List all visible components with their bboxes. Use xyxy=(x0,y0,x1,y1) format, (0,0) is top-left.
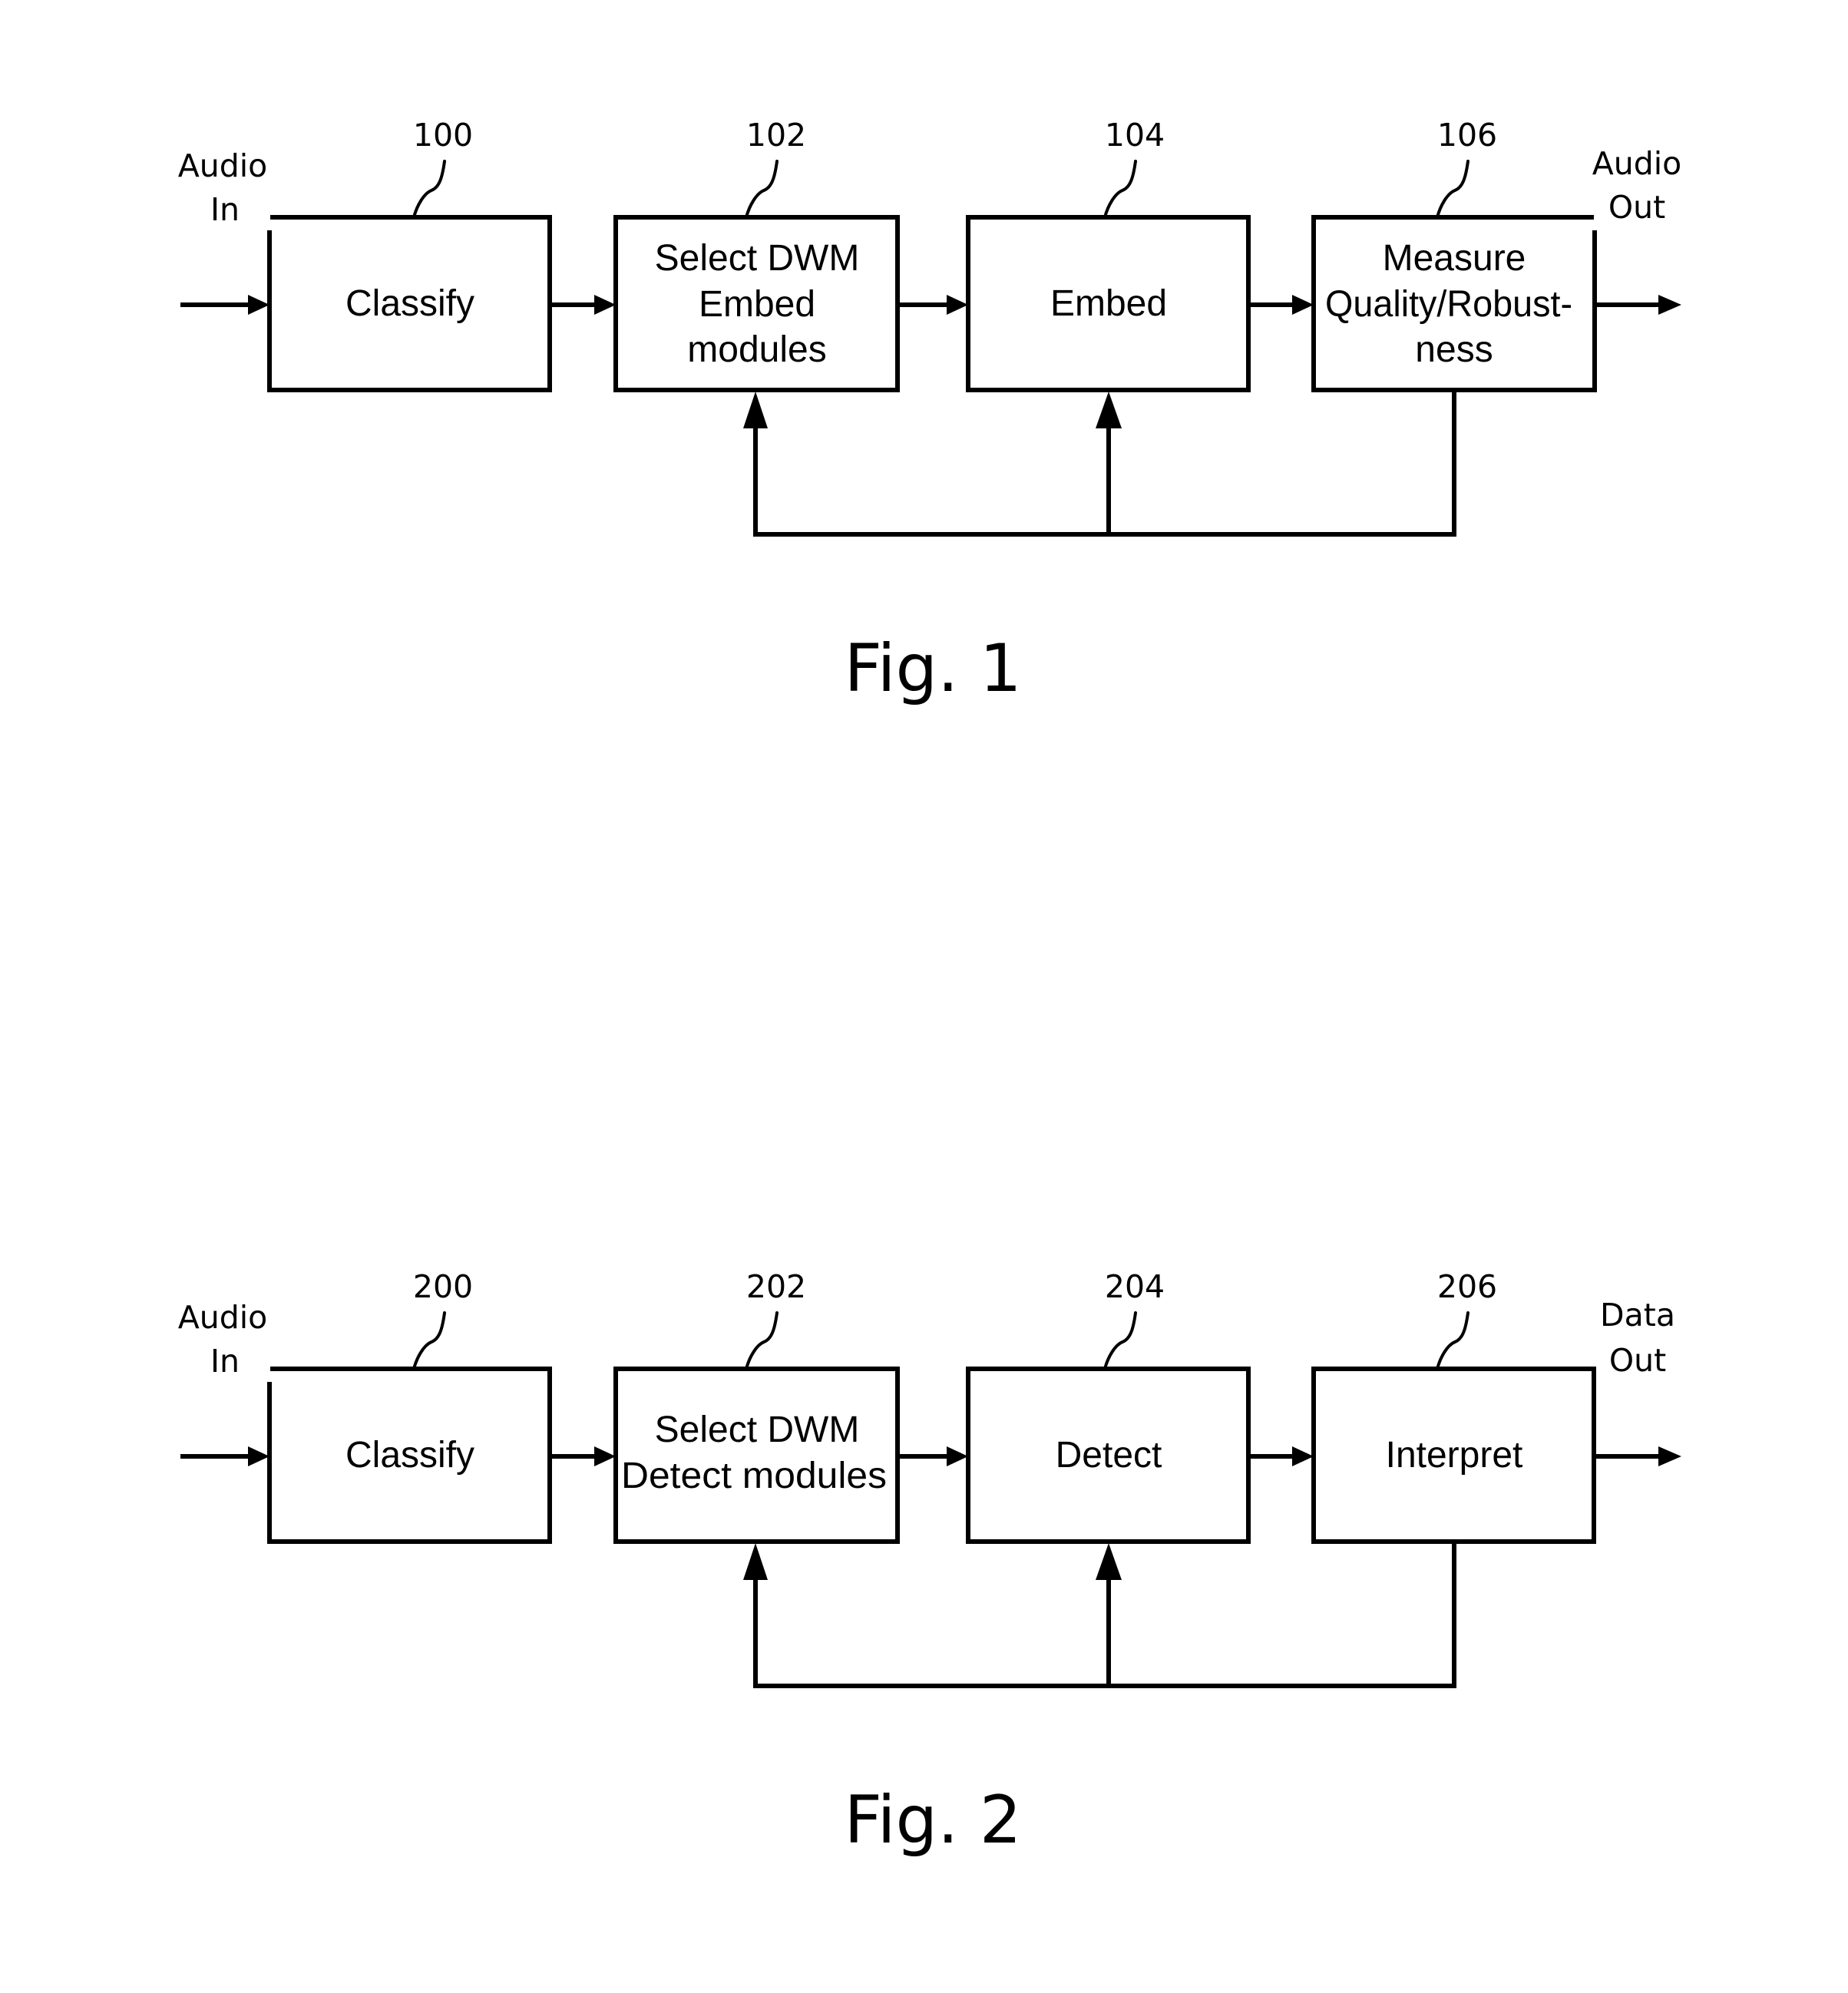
ref-number-block-2: 102 xyxy=(746,117,806,154)
ref-number-block-4: 106 xyxy=(1437,117,1497,154)
block-2-label-line-2: Embed xyxy=(699,284,815,325)
block-3-label-line-1: Detect xyxy=(1056,1435,1162,1476)
ref-number-block-1: 100 xyxy=(413,117,473,154)
block-2-label-line-1: Select DWM xyxy=(655,1410,860,1450)
block-3-label-line-1: Embed xyxy=(1050,283,1167,324)
block-1-label-line-1: Classify xyxy=(345,1435,474,1476)
figure-caption: Fig. 2 xyxy=(844,1782,1021,1859)
output-label-line-2: Out xyxy=(1608,189,1665,226)
ref-number-block-4: 206 xyxy=(1437,1268,1497,1305)
figure-caption: Fig. 1 xyxy=(844,630,1021,707)
output-label-line-1: Audio xyxy=(1592,145,1682,182)
ref-number-block-1: 200 xyxy=(413,1268,473,1305)
block-1-label-line-1: Classify xyxy=(345,283,474,324)
block-4-label-line-3: ness xyxy=(1415,329,1493,370)
input-label-line-2: In xyxy=(210,191,240,228)
output-label-line-1: Data xyxy=(1600,1297,1675,1334)
block-2-label-line-1: Select DWM xyxy=(655,238,860,279)
ref-number-block-2: 202 xyxy=(746,1268,806,1305)
block-4-label-line-1: Measure xyxy=(1383,238,1526,279)
ref-number-block-3: 104 xyxy=(1105,117,1165,154)
output-label-line-2: Out xyxy=(1609,1342,1666,1379)
input-label-line-1: Audio xyxy=(178,147,268,184)
block-4-label-line-1: Interpret xyxy=(1386,1435,1523,1476)
block-4-label-line-2: Quality/Robust- xyxy=(1325,284,1572,325)
block-2-label-line-2: Detect modules xyxy=(621,1456,887,1496)
input-label-line-1: Audio xyxy=(178,1299,268,1336)
patent-drawing-sheet: Audio In Audio Out 100 102 104 106 Class… xyxy=(0,0,1848,1993)
ref-number-block-3: 204 xyxy=(1105,1268,1165,1305)
input-label-line-2: In xyxy=(210,1343,240,1380)
block-2-label-line-3: modules xyxy=(687,329,826,370)
